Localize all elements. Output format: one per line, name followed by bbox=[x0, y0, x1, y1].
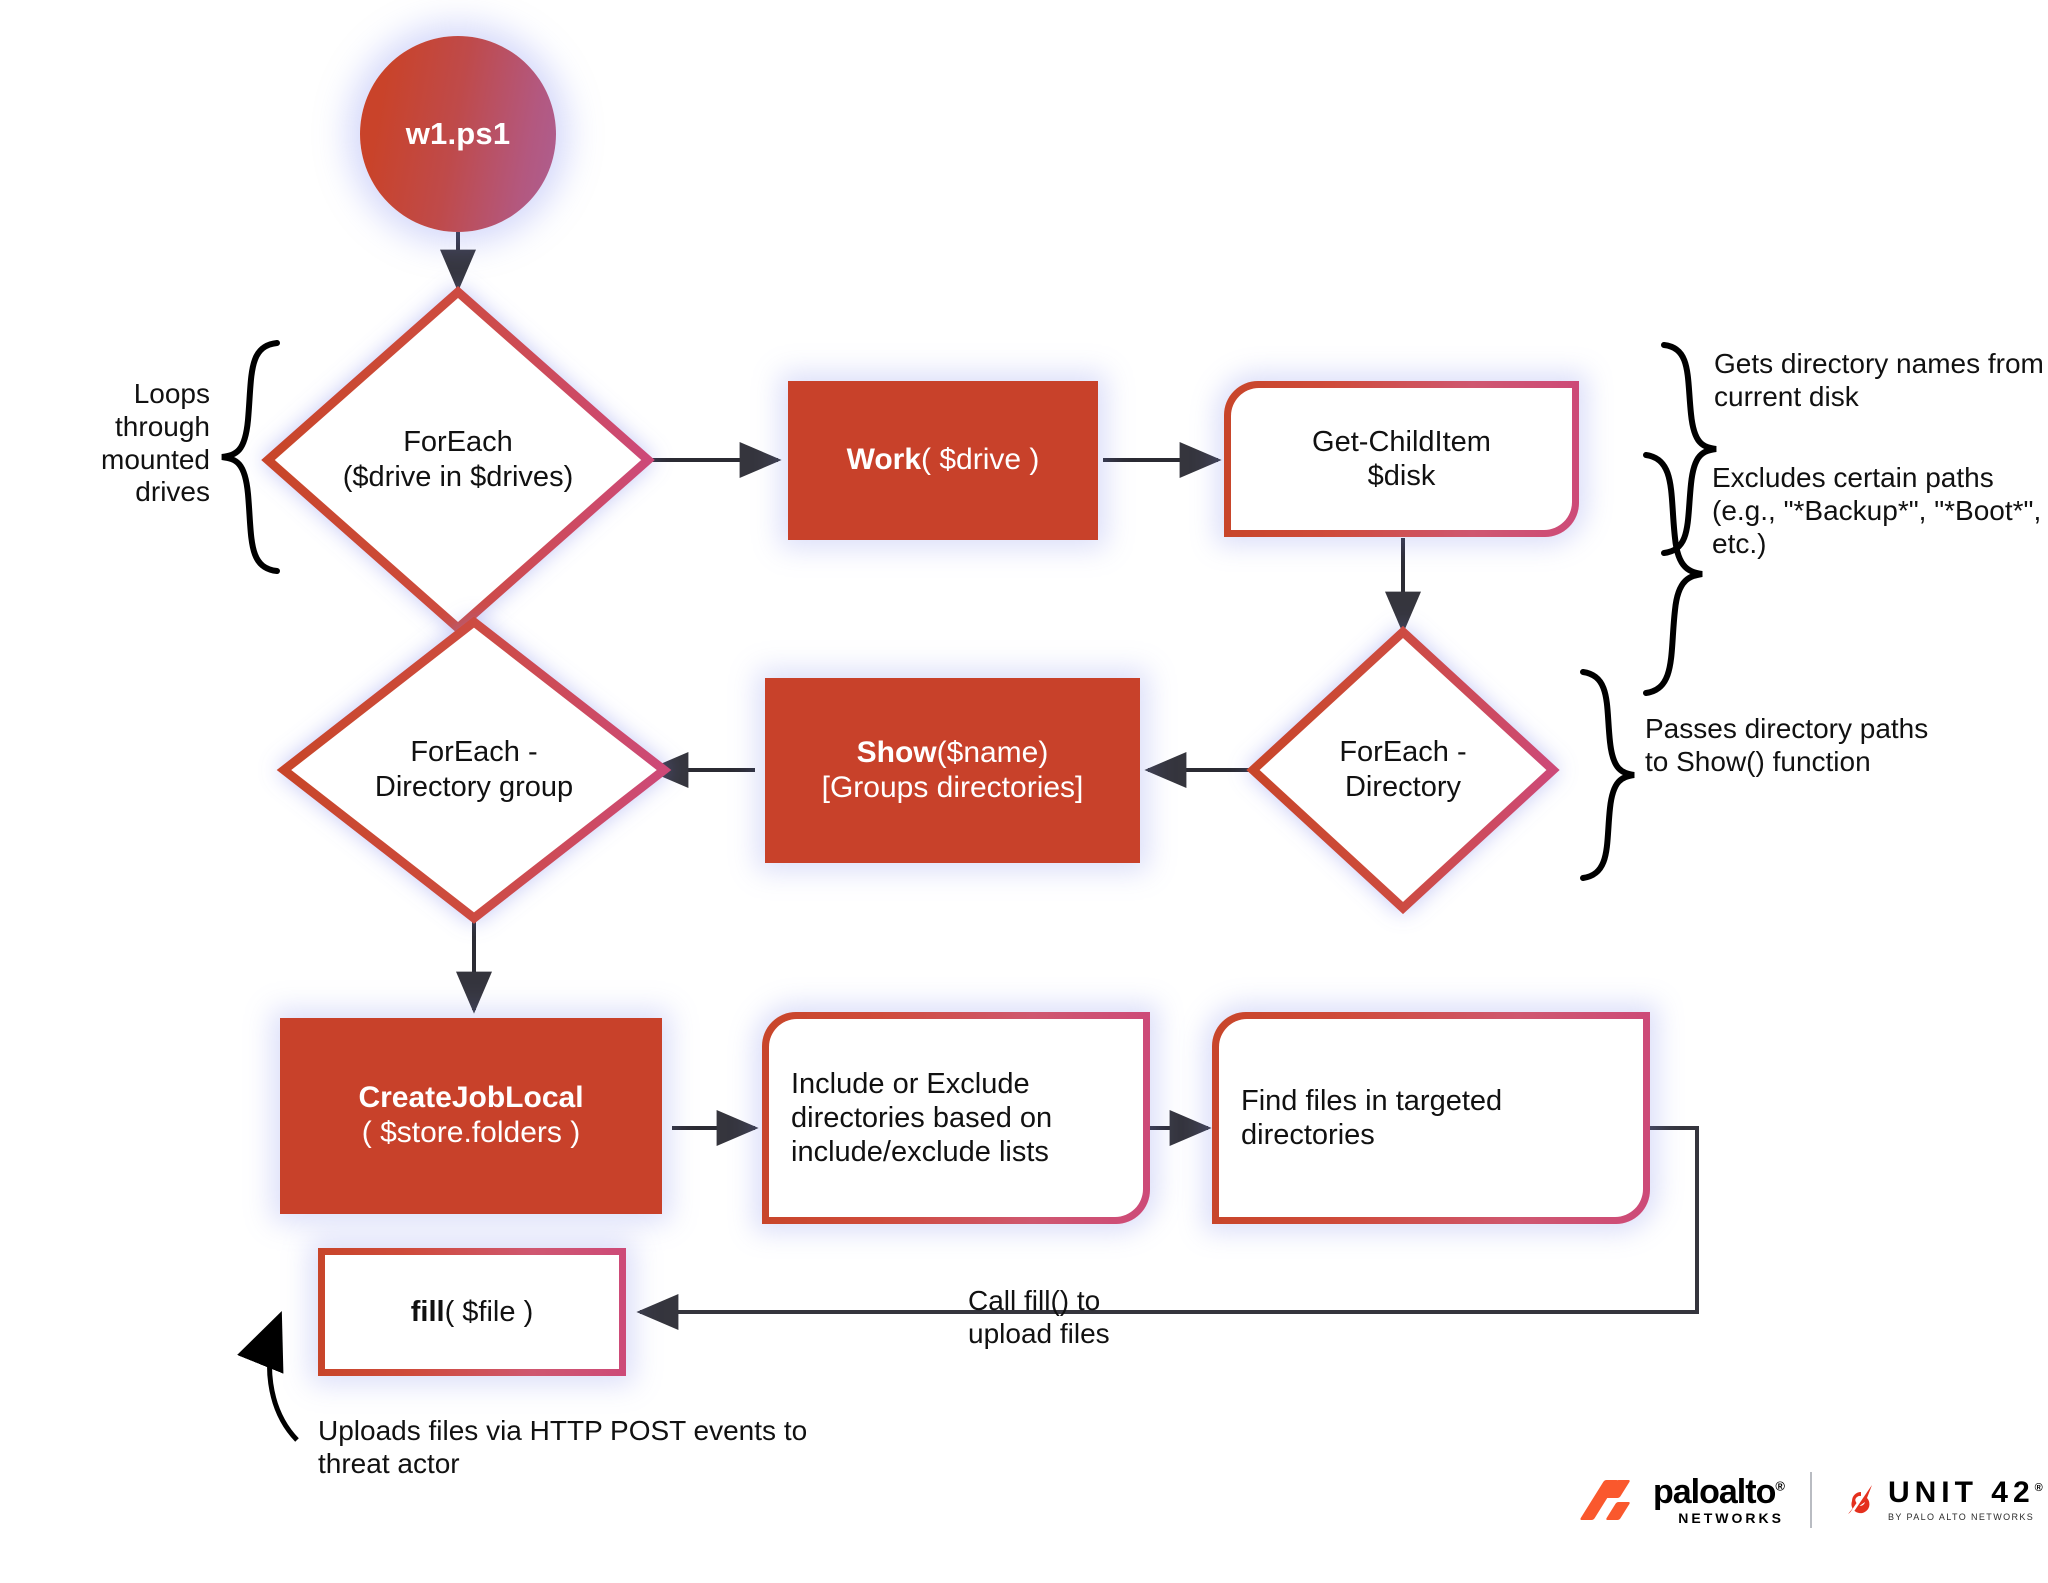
brace-right-bottom-hidden bbox=[1654, 452, 1706, 617]
foreach-dirgroup-line1: ForEach - bbox=[410, 736, 538, 769]
footer-logos: paloalto® NETWORKS UNIT 42® BY PALO ALTO… bbox=[1579, 1472, 2043, 1528]
show-args-label: ($name) bbox=[936, 735, 1049, 769]
brace-right-top bbox=[1661, 342, 1717, 556]
foreach-dirgroup-line2: Directory group bbox=[374, 771, 574, 803]
process-get-childitem[interactable]: Get-ChildItem $disk bbox=[1224, 381, 1579, 537]
paloalto-mark-icon bbox=[1579, 1480, 1642, 1520]
show-line2-label: [Groups directories] bbox=[821, 770, 1084, 804]
fill-fn-label: fill bbox=[410, 1295, 445, 1328]
foreach-directory-line1: ForEach - bbox=[1339, 736, 1467, 769]
unit42-mark-icon bbox=[1838, 1480, 1878, 1520]
work-args-label: ( $drive ) bbox=[921, 443, 1040, 477]
work-fn-label: Work bbox=[846, 443, 922, 477]
foreach-drive-line1: ForEach bbox=[403, 426, 513, 459]
paloalto-registered-mark: ® bbox=[1775, 1478, 1785, 1494]
annotation-excludes-paths: Excludes certain paths (e.g., "*Backup*"… bbox=[1712, 462, 2042, 559]
process-createjoblocal[interactable]: CreateJobLocal ( $store.folders ) bbox=[280, 1018, 662, 1214]
find-files-label: Find files in targeted directories bbox=[1241, 1084, 1503, 1151]
process-find-files[interactable]: Find files in targeted directories bbox=[1212, 1012, 1650, 1224]
get-childitem-line2: $disk bbox=[1367, 460, 1436, 492]
paloalto-networks-logo: paloalto® NETWORKS bbox=[1579, 1473, 1785, 1526]
paloalto-wordmark: paloalto bbox=[1653, 1473, 1776, 1511]
logo-divider bbox=[1809, 1472, 1812, 1528]
brace-right-bottom bbox=[1643, 452, 1703, 696]
foreach-drive-line2: ($drive in $drives) bbox=[342, 461, 574, 493]
createjoblocal-args-label: ( $store.folders ) bbox=[361, 1116, 581, 1149]
start-node-label: w1.ps1 bbox=[405, 116, 511, 151]
process-fill[interactable]: fill( $file ) bbox=[318, 1248, 626, 1376]
decision-foreach-directory-group[interactable]: ForEach - Directory group bbox=[284, 622, 664, 918]
brace-middle-right bbox=[1580, 669, 1635, 881]
unit42-wordmark: UNIT 42 bbox=[1887, 1476, 2035, 1509]
decision-foreach-directory[interactable]: ForEach - Directory bbox=[1253, 632, 1553, 908]
show-fn-label: Show bbox=[856, 735, 937, 769]
annotation-passes-paths: Passes directory paths to Show() functio… bbox=[1645, 713, 1929, 777]
unit42-subwordmark: BY PALO ALTO NETWORKS bbox=[1887, 1512, 2035, 1522]
decision-foreach-drive[interactable]: ForEach ($drive in $drives) bbox=[268, 292, 648, 628]
process-show[interactable]: Show($name) [Groups directories] bbox=[765, 678, 1140, 863]
paloalto-subwordmark: NETWORKS bbox=[1678, 1510, 1784, 1526]
fill-args-label: ( $file ) bbox=[444, 1295, 534, 1328]
annotation-call-fill: Call fill() to upload files bbox=[968, 1285, 1110, 1349]
include-exclude-label: Include or Exclude directories based on … bbox=[791, 1067, 1053, 1169]
annotation-uploads-files: Uploads files via HTTP POST events to th… bbox=[318, 1415, 808, 1479]
annotation-loops-through: Loops through mounted drives bbox=[101, 378, 210, 508]
get-childitem-line1: Get-ChildItem bbox=[1312, 425, 1491, 458]
start-node-w1ps1[interactable]: w1.ps1 bbox=[360, 36, 556, 232]
annotation-gets-dir-names: Gets directory names from current disk bbox=[1714, 348, 2044, 412]
unit42-registered-mark: ® bbox=[2034, 1482, 2043, 1494]
process-work[interactable]: Work( $drive ) bbox=[788, 381, 1098, 540]
createjoblocal-fn-label: CreateJobLocal bbox=[358, 1081, 584, 1115]
diagram-canvas: w1.ps1 ForEach ($drive in $drives) ForEa… bbox=[0, 0, 2048, 1583]
unit42-logo: UNIT 42® BY PALO ALTO NETWORKS bbox=[1838, 1478, 2043, 1522]
foreach-directory-line2: Directory bbox=[1344, 771, 1461, 803]
process-include-exclude[interactable]: Include or Exclude directories based on … bbox=[762, 1012, 1150, 1224]
